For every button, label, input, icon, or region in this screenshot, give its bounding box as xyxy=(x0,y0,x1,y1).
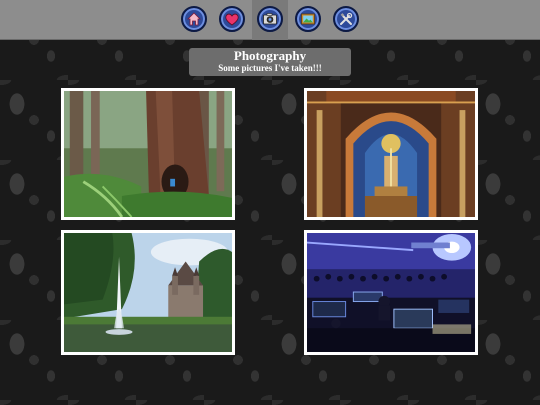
redwood-forest-image xyxy=(64,91,232,217)
photo-church-interior[interactable] xyxy=(304,88,478,220)
favorites-nav-button[interactable] xyxy=(219,6,245,32)
tools-icon xyxy=(340,12,353,25)
photo-castle-fountain[interactable] xyxy=(61,230,235,355)
home-icon xyxy=(187,12,201,26)
picture-frame-icon xyxy=(301,13,315,25)
church-interior-image xyxy=(307,91,475,217)
page-title: Photography xyxy=(233,48,307,63)
photography-nav-button[interactable] xyxy=(257,6,283,32)
gallery-nav-button[interactable] xyxy=(295,6,321,32)
page-header: Photography Some pictures I've taken!!! xyxy=(189,48,351,76)
camera-icon xyxy=(263,13,277,25)
photo-concert-stage[interactable] xyxy=(304,230,478,355)
castle-fountain-image xyxy=(64,233,232,352)
heart-icon xyxy=(225,13,239,26)
concert-stage-image xyxy=(307,233,475,352)
home-nav-button[interactable] xyxy=(181,6,207,32)
top-navbar xyxy=(0,0,540,40)
photo-redwood-forest[interactable] xyxy=(61,88,235,220)
tools-nav-button[interactable] xyxy=(333,6,359,32)
page-subtitle: Some pictures I've taken!!! xyxy=(218,63,322,73)
